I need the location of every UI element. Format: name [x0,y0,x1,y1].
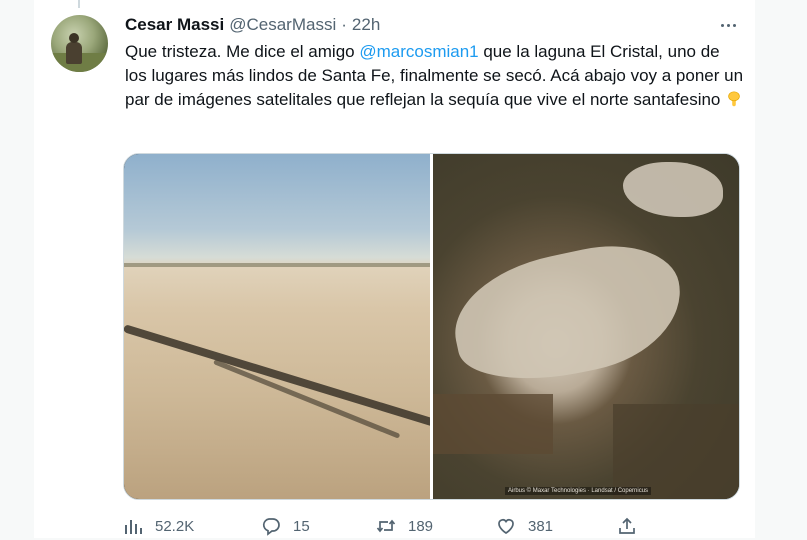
separator: · [341,15,347,34]
retweet-count: 189 [408,517,434,535]
like-button[interactable]: 381 [496,512,553,540]
reply-button[interactable]: 15 [261,512,310,540]
dry-lakebed-photo[interactable] [124,154,441,499]
tweet-text-part: Que tristeza. Me dice el amigo [125,42,360,61]
retweet-button[interactable]: 189 [376,512,433,540]
author-name[interactable]: Cesar Massi [125,15,224,35]
satellite-caption: Airbus © Maxar Technologies · Landsat / … [505,487,652,495]
more-options-icon[interactable] [717,16,739,34]
like-icon [498,519,514,534]
retweet-icon [376,519,396,533]
reply-count: 15 [293,517,310,535]
tweet-header: Cesar Massi @CesarMassi · 22h [125,14,380,36]
pointing-down-emoji [728,91,740,107]
author-handle[interactable]: @CesarMassi [229,15,336,35]
reply-icon [262,518,280,536]
share-button[interactable] [617,512,637,540]
views-count: 52.2K [155,517,195,535]
views-button[interactable]: 52.2K [123,512,194,540]
timestamp[interactable]: 22h [352,15,380,35]
mention-link[interactable]: @marcosmian1 [359,42,478,61]
thread-line [78,0,80,8]
avatar[interactable] [51,15,108,72]
share-icon [619,517,635,534]
like-count: 381 [528,517,554,535]
media-grid: Airbus © Maxar Technologies · Landsat / … [123,153,740,500]
views-icon [125,520,142,534]
tweet-text: Que tristeza. Me dice el amigo @marcosmi… [125,40,745,112]
satellite-image[interactable]: Airbus © Maxar Technologies · Landsat / … [433,154,739,499]
